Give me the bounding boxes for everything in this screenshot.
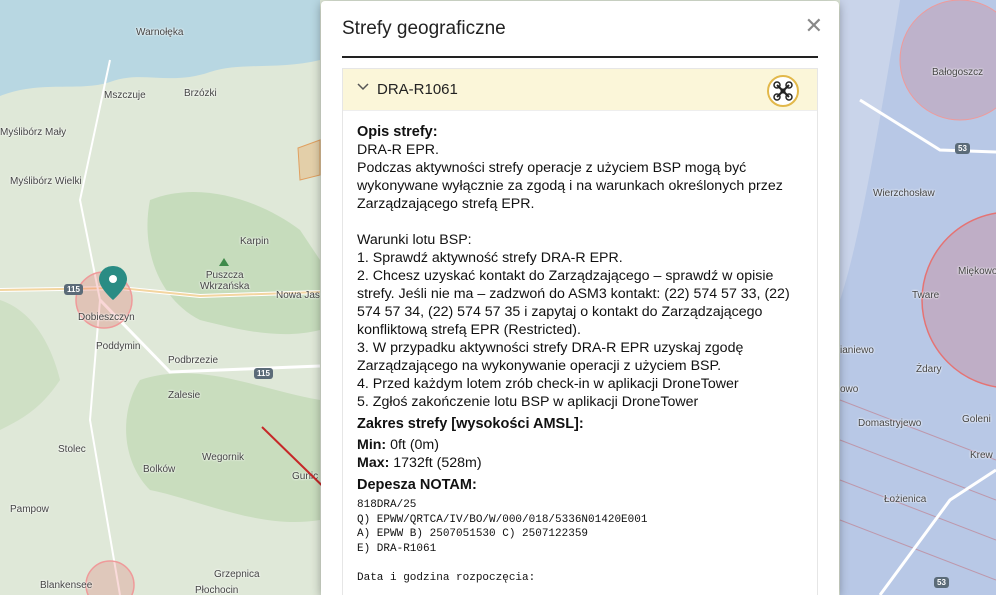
map-place-label: Wegornik: [202, 452, 245, 463]
map-place-label: Blankensee: [40, 580, 93, 591]
drone-icon: [767, 75, 799, 107]
condition-line: 1. Sprawdź aktywność strefy DRA-R EPR.: [357, 250, 623, 266]
map-place-label: Mszczuje: [104, 90, 146, 101]
min-altitude: Min: 0ft (0m): [357, 437, 439, 453]
condition-line: 2. Chcesz uzyskać kontakt do Zarządzając…: [357, 268, 774, 284]
map-place-label: Wierzchosław: [873, 188, 935, 199]
map-place-label: Łożienica: [884, 494, 927, 505]
map-place-label: Podbrzezie: [168, 355, 219, 366]
map-place-label: Brzózki: [184, 88, 217, 99]
map-place-label: Warnołęka: [136, 27, 184, 38]
zone-header[interactable]: DRA-R1061: [343, 69, 817, 111]
notam-line: A) EPWW B) 2507051530 C) 2507122359: [357, 528, 589, 540]
notam-line: Data i godzina rozpoczęcia:: [357, 571, 536, 584]
road-number-badge: 53: [955, 143, 970, 154]
road-number-badge: 115: [254, 368, 273, 379]
description-line: wykonywane wyłącznie za zgodą i na warun…: [357, 178, 783, 194]
map-place-label: owo: [840, 384, 859, 395]
map-place-label: Bałogoszcz: [932, 67, 984, 78]
map-place-label: Gunic: [292, 471, 319, 482]
description-line: Zarządzającego strefą EPR.: [357, 196, 535, 212]
notam-line: [357, 556, 803, 571]
max-altitude: Max: 1732ft (528m): [357, 455, 482, 471]
map-place-label: Grzepnica: [214, 569, 260, 580]
notam-text: 818DRA/25 Q) EPWW/QRTCA/IV/BO/W/000/018/5…: [357, 498, 803, 585]
close-icon[interactable]: ✕: [805, 15, 823, 37]
condition-line: 5. Zgłoś zakończenie lotu BSP w aplikacj…: [357, 394, 699, 410]
map-place-label: Myślibórz Wielki: [10, 176, 82, 187]
map-place-label: Pampow: [10, 504, 49, 515]
map-place-label: Dobieszczyn: [78, 312, 135, 323]
notam-heading: Depesza NOTAM:: [357, 477, 477, 493]
map-place-label: Domastryjewo: [858, 418, 922, 429]
map-place-label: Tware: [912, 290, 940, 301]
notam-line: 818DRA/25: [357, 499, 417, 511]
chevron-down-icon[interactable]: [357, 80, 369, 95]
title-divider: [342, 56, 818, 58]
notam-line: Q) EPWW/QRTCA/IV/BO/W/000/018/5336N01420…: [357, 513, 648, 526]
map-place-label: Goleni: [962, 414, 991, 425]
map-place-label: Zalesie: [168, 390, 201, 401]
map-place-label: Stolec: [58, 444, 86, 455]
map-place-label: Krew: [970, 450, 993, 461]
condition-line: 4. Przed każdym lotem zrób check-in w ap…: [357, 376, 739, 392]
map-place-label: Żdary: [916, 364, 942, 375]
range-heading: Zakres strefy [wysokości AMSL]:: [357, 416, 584, 432]
notam-line: E) DRA-R1061: [357, 542, 437, 555]
road-number-badge: 115: [64, 284, 83, 295]
zone-details: Opis strefy: DRA-R EPR. Podczas aktywnośc…: [357, 123, 803, 585]
condition-line: strefy. Jeśli nie ma – zadzwoń do ASM3 k…: [357, 286, 790, 302]
map-place-label: Karpin: [240, 236, 269, 247]
zone-id: DRA-R1061: [377, 81, 458, 98]
description-heading: Opis strefy:: [357, 124, 438, 140]
road-number-badge: 53: [934, 577, 949, 588]
condition-line: Warunki lotu BSP:: [357, 232, 472, 248]
map-place-label: Myślibórz Mały: [0, 127, 67, 138]
map-place-label: Miękowo: [958, 266, 996, 277]
description-text: DRA-R EPR. Podczas aktywności strefy oper…: [357, 141, 803, 213]
dialog-title: Strefy geograficzne: [342, 18, 506, 39]
condition-line: 3. W przypadku aktywności strefy DRA-R E…: [357, 340, 744, 356]
description-line: Podczas aktywności strefy operacje z uży…: [357, 160, 747, 176]
map-place-label: ianiewo: [840, 345, 874, 356]
zone-panel: DRA-R1061 Opis strefy: DRA-R EPR. Podczas…: [342, 68, 818, 595]
geo-zones-dialog: Strefy geograficzne ✕ DRA-R1061 Opis str…: [321, 1, 839, 595]
map-place-label: Bolków: [143, 464, 176, 475]
map-place-label: Płochocin: [195, 585, 239, 595]
condition-line: Zarządzającego na wykonywanie operacji z…: [357, 358, 722, 374]
condition-line: 574 57 34, (22) 574 57 35 i zapytaj o ko…: [357, 304, 763, 320]
description-line: DRA-R EPR.: [357, 142, 439, 158]
map-place-label: Puszcza Wkrzańska: [200, 270, 250, 292]
map-place-label: Nowa Jas: [276, 290, 320, 301]
flight-conditions: Warunki lotu BSP: 1. Sprawdź aktywność st…: [357, 231, 803, 411]
map-place-label: Poddymin: [96, 341, 141, 352]
condition-line: konfliktową strefą EPR (Restricted).: [357, 322, 581, 338]
